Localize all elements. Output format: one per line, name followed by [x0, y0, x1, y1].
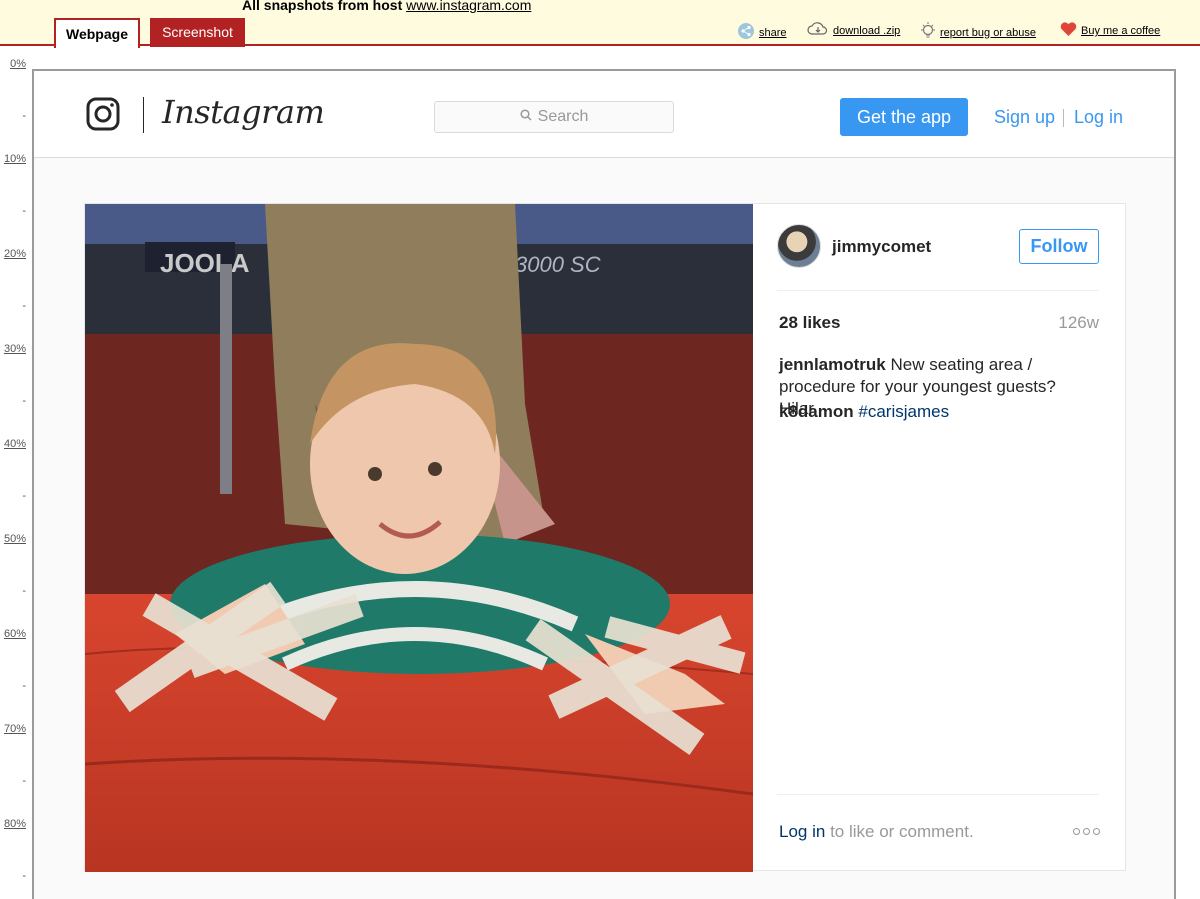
- search-input[interactable]: Search: [434, 101, 674, 133]
- more-options-icon[interactable]: [1073, 828, 1100, 835]
- likes-count[interactable]: 28 likes: [779, 313, 840, 333]
- svg-text:3000 SC: 3000 SC: [515, 252, 601, 277]
- logo-divider: [143, 97, 144, 133]
- dot: [1083, 828, 1090, 835]
- login-prompt-text: to like or comment.: [830, 822, 974, 841]
- archive-title-prefix: All snapshots from host: [242, 0, 403, 13]
- ruler-dash: -: [22, 395, 26, 407]
- post-username[interactable]: jimmycomet: [832, 237, 931, 257]
- share-icon: [737, 22, 755, 43]
- post-photo[interactable]: JOOLA 3000 SC: [85, 204, 753, 872]
- ruler-label[interactable]: 50%: [0, 533, 26, 545]
- divider: [777, 794, 1099, 795]
- sign-up-link[interactable]: Sign up: [994, 107, 1055, 128]
- divider: [777, 290, 1099, 291]
- ruler-dash: -: [22, 585, 26, 597]
- archive-toolbar: All snapshots from host www.instagram.co…: [0, 0, 1200, 48]
- report-link[interactable]: report bug or abuse: [920, 22, 1036, 43]
- heart-icon: [1060, 22, 1077, 40]
- post-sidebar: jimmycomet Follow 28 likes 126w jennlamo…: [753, 204, 1125, 870]
- caption-username[interactable]: jennlamotruk: [779, 355, 886, 374]
- comment-username[interactable]: k8damon: [779, 402, 854, 421]
- instagram-wordmark[interactable]: Instagram: [162, 93, 325, 131]
- ruler-label[interactable]: 0%: [0, 58, 26, 70]
- ruler-dash: -: [22, 110, 26, 122]
- archive-host-link[interactable]: www.instagram.com: [406, 0, 531, 13]
- log-in-link[interactable]: Log in: [1074, 107, 1123, 128]
- ruler-label[interactable]: 70%: [0, 723, 26, 735]
- archive-title: All snapshots from host www.instagram.co…: [242, 0, 531, 13]
- tab-webpage[interactable]: Webpage: [54, 18, 140, 48]
- tab-screenshot[interactable]: Screenshot: [150, 18, 245, 47]
- ruler-label[interactable]: 40%: [0, 438, 26, 450]
- cloud-download-icon: [807, 22, 829, 39]
- login-prompt: Log in to like or comment.: [779, 822, 974, 842]
- get-app-button[interactable]: Get the app: [840, 98, 968, 136]
- ruler-dash: -: [22, 870, 26, 882]
- svg-text:JOOLA: JOOLA: [160, 248, 250, 278]
- coffee-label: Buy me a coffee: [1081, 25, 1161, 37]
- download-link[interactable]: download .zip: [807, 22, 900, 39]
- snapshot-frame: Instagram Search Get the app Sign up Log…: [32, 69, 1176, 899]
- scroll-ruler: 0% - 10% - 20% - 30% - 40% - 50% - 60% -…: [0, 48, 30, 899]
- coffee-link[interactable]: Buy me a coffee: [1060, 22, 1160, 40]
- ruler-dash: -: [22, 680, 26, 692]
- lightbulb-icon: [920, 22, 936, 43]
- ruler-label[interactable]: 80%: [0, 818, 26, 830]
- dot: [1093, 828, 1100, 835]
- ruler-label[interactable]: 30%: [0, 343, 26, 355]
- report-label: report bug or abuse: [940, 26, 1037, 39]
- ruler-label[interactable]: 20%: [0, 248, 26, 260]
- search-placeholder: Search: [537, 108, 589, 125]
- share-link[interactable]: share: [737, 22, 787, 43]
- search-icon: [520, 108, 532, 126]
- ruler-label[interactable]: 60%: [0, 628, 26, 640]
- comment-hashtag[interactable]: #carisjames: [858, 402, 949, 421]
- instagram-header: Instagram Search Get the app Sign up Log…: [34, 71, 1174, 158]
- post-card: JOOLA 3000 SC jimmycomet Follow 28 likes…: [84, 203, 1126, 872]
- dot: [1073, 828, 1080, 835]
- ruler-label[interactable]: 10%: [0, 153, 26, 165]
- ruler-dash: -: [22, 775, 26, 787]
- auth-separator: [1063, 109, 1064, 127]
- comment: k8damon #carisjames: [779, 402, 949, 422]
- share-label: share: [759, 26, 787, 39]
- instagram-camera-icon[interactable]: [86, 97, 120, 131]
- ruler-dash: -: [22, 490, 26, 502]
- follow-button[interactable]: Follow: [1019, 229, 1099, 264]
- login-prompt-link[interactable]: Log in: [779, 822, 825, 841]
- avatar[interactable]: [777, 224, 821, 268]
- ruler-dash: -: [22, 205, 26, 217]
- post-age[interactable]: 126w: [1058, 313, 1099, 333]
- ruler-dash: -: [22, 300, 26, 312]
- download-label: download .zip: [833, 24, 901, 37]
